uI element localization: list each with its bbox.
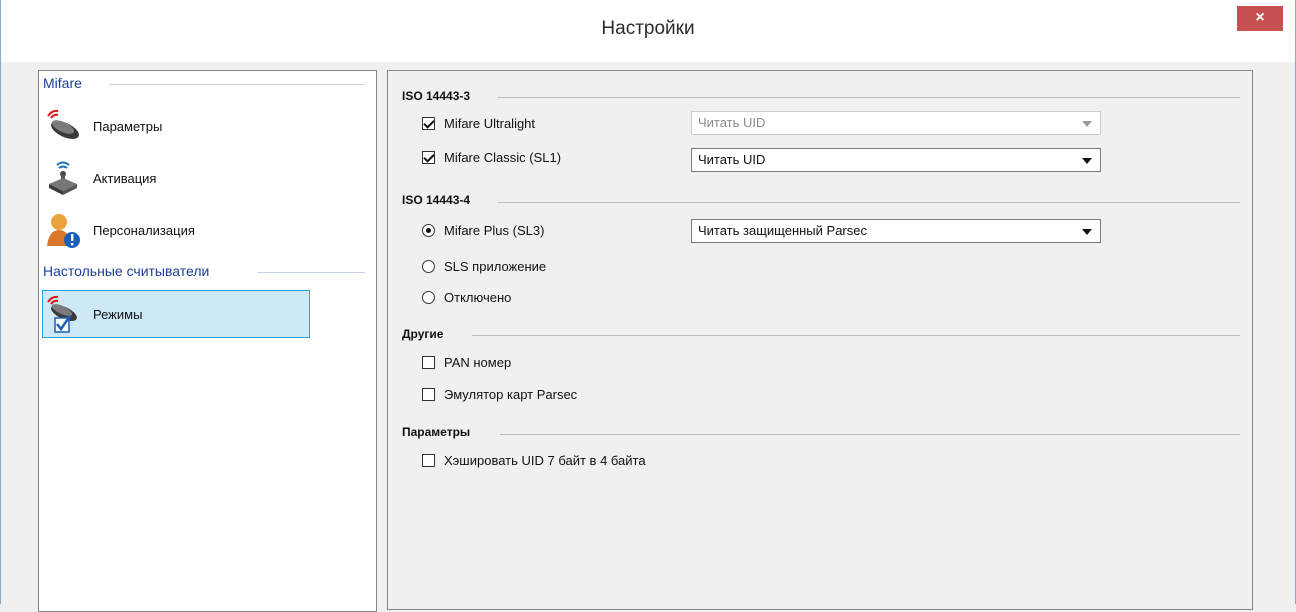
nav-item-label: Режимы — [93, 306, 143, 322]
sls-radio[interactable] — [422, 259, 435, 273]
chevron-down-icon — [1082, 229, 1092, 235]
modes-reader-icon — [43, 294, 83, 334]
settings-content-panel: ISO 14443-3 Mifare Ultralight Читать UID… — [387, 70, 1253, 610]
section-title-parameters: Параметры — [402, 425, 471, 439]
title-bar: Настройки × — [1, 0, 1295, 62]
classic-label: Mifare Classic (SL1) — [444, 149, 562, 165]
section-divider — [472, 335, 1240, 336]
nav-item-personalization[interactable]: Персонализация — [43, 207, 305, 253]
ultralight-checkbox[interactable] — [422, 116, 435, 130]
ultralight-mode-value: Читать UID — [698, 115, 766, 130]
nav-item-label: Активация — [93, 170, 157, 186]
nav-group-divider — [109, 84, 365, 85]
nav-group-mifare: Mifare — [43, 75, 82, 91]
mifare-plus-radio[interactable] — [422, 223, 435, 237]
mifare-plus-mode-select[interactable]: Читать защищенный Parsec — [691, 219, 1101, 243]
nav-item-modes[interactable]: Режимы — [42, 290, 310, 338]
section-title-iso14443-4: ISO 14443-4 — [402, 193, 471, 207]
pan-label: PAN номер — [444, 354, 512, 370]
section-title-other: Другие — [402, 327, 444, 341]
section-title-iso14443-3: ISO 14443-3 — [402, 89, 471, 103]
nav-item-label: Персонализация — [93, 222, 195, 238]
sls-label: SLS приложение — [444, 258, 547, 274]
nav-item-parameters[interactable]: Параметры — [43, 103, 305, 149]
hash-uid-checkbox[interactable] — [422, 453, 435, 467]
disabled-radio-row[interactable]: Отключено — [422, 287, 511, 307]
pan-checkbox-row[interactable]: PAN номер — [422, 352, 511, 372]
emulator-label: Эмулятор карт Parsec — [444, 386, 578, 402]
classic-mode-value: Читать UID — [698, 152, 766, 167]
ultralight-checkbox-row[interactable]: Mifare Ultralight — [422, 113, 535, 133]
classic-mode-select[interactable]: Читать UID — [691, 148, 1101, 172]
nav-item-activation[interactable]: Активация — [43, 155, 305, 201]
sls-radio-row[interactable]: SLS приложение — [422, 256, 546, 276]
activation-device-icon — [43, 158, 83, 198]
nav-group-divider — [257, 272, 365, 273]
settings-nav-panel: Mifare Параметры Активация Персонализаци… — [38, 70, 377, 612]
mifare-plus-label: Mifare Plus (SL3) — [444, 222, 545, 238]
mifare-plus-mode-value: Читать защищенный Parsec — [698, 223, 867, 238]
disabled-label: Отключено — [444, 289, 512, 305]
chevron-down-icon — [1082, 121, 1092, 127]
disabled-radio[interactable] — [422, 290, 435, 304]
classic-checkbox-row[interactable]: Mifare Classic (SL1) — [422, 147, 561, 167]
emulator-checkbox[interactable] — [422, 387, 435, 401]
settings-window: Настройки × Mifare Параметры Активация П… — [0, 0, 1296, 612]
emulator-checkbox-row[interactable]: Эмулятор карт Parsec — [422, 384, 577, 404]
pan-checkbox[interactable] — [422, 355, 435, 369]
hash-uid-checkbox-row[interactable]: Хэшировать UID 7 байт в 4 байта — [422, 450, 646, 470]
ultralight-label: Mifare Ultralight — [444, 115, 536, 131]
nav-group-desktop-readers: Настольные считыватели — [43, 263, 210, 279]
hash-uid-label: Хэшировать UID 7 байт в 4 байта — [444, 452, 646, 468]
close-button[interactable]: × — [1237, 6, 1283, 31]
mifare-plus-radio-row[interactable]: Mifare Plus (SL3) — [422, 220, 544, 240]
section-divider — [498, 202, 1240, 203]
nav-item-label: Параметры — [93, 118, 163, 134]
window-title: Настройки — [601, 18, 695, 39]
ultralight-mode-select[interactable]: Читать UID — [691, 111, 1101, 135]
chevron-down-icon — [1082, 158, 1092, 164]
mifare-reader-icon — [43, 106, 83, 146]
section-divider — [498, 97, 1240, 98]
user-info-icon — [43, 210, 83, 250]
section-divider — [500, 434, 1240, 435]
classic-checkbox[interactable] — [422, 150, 435, 164]
